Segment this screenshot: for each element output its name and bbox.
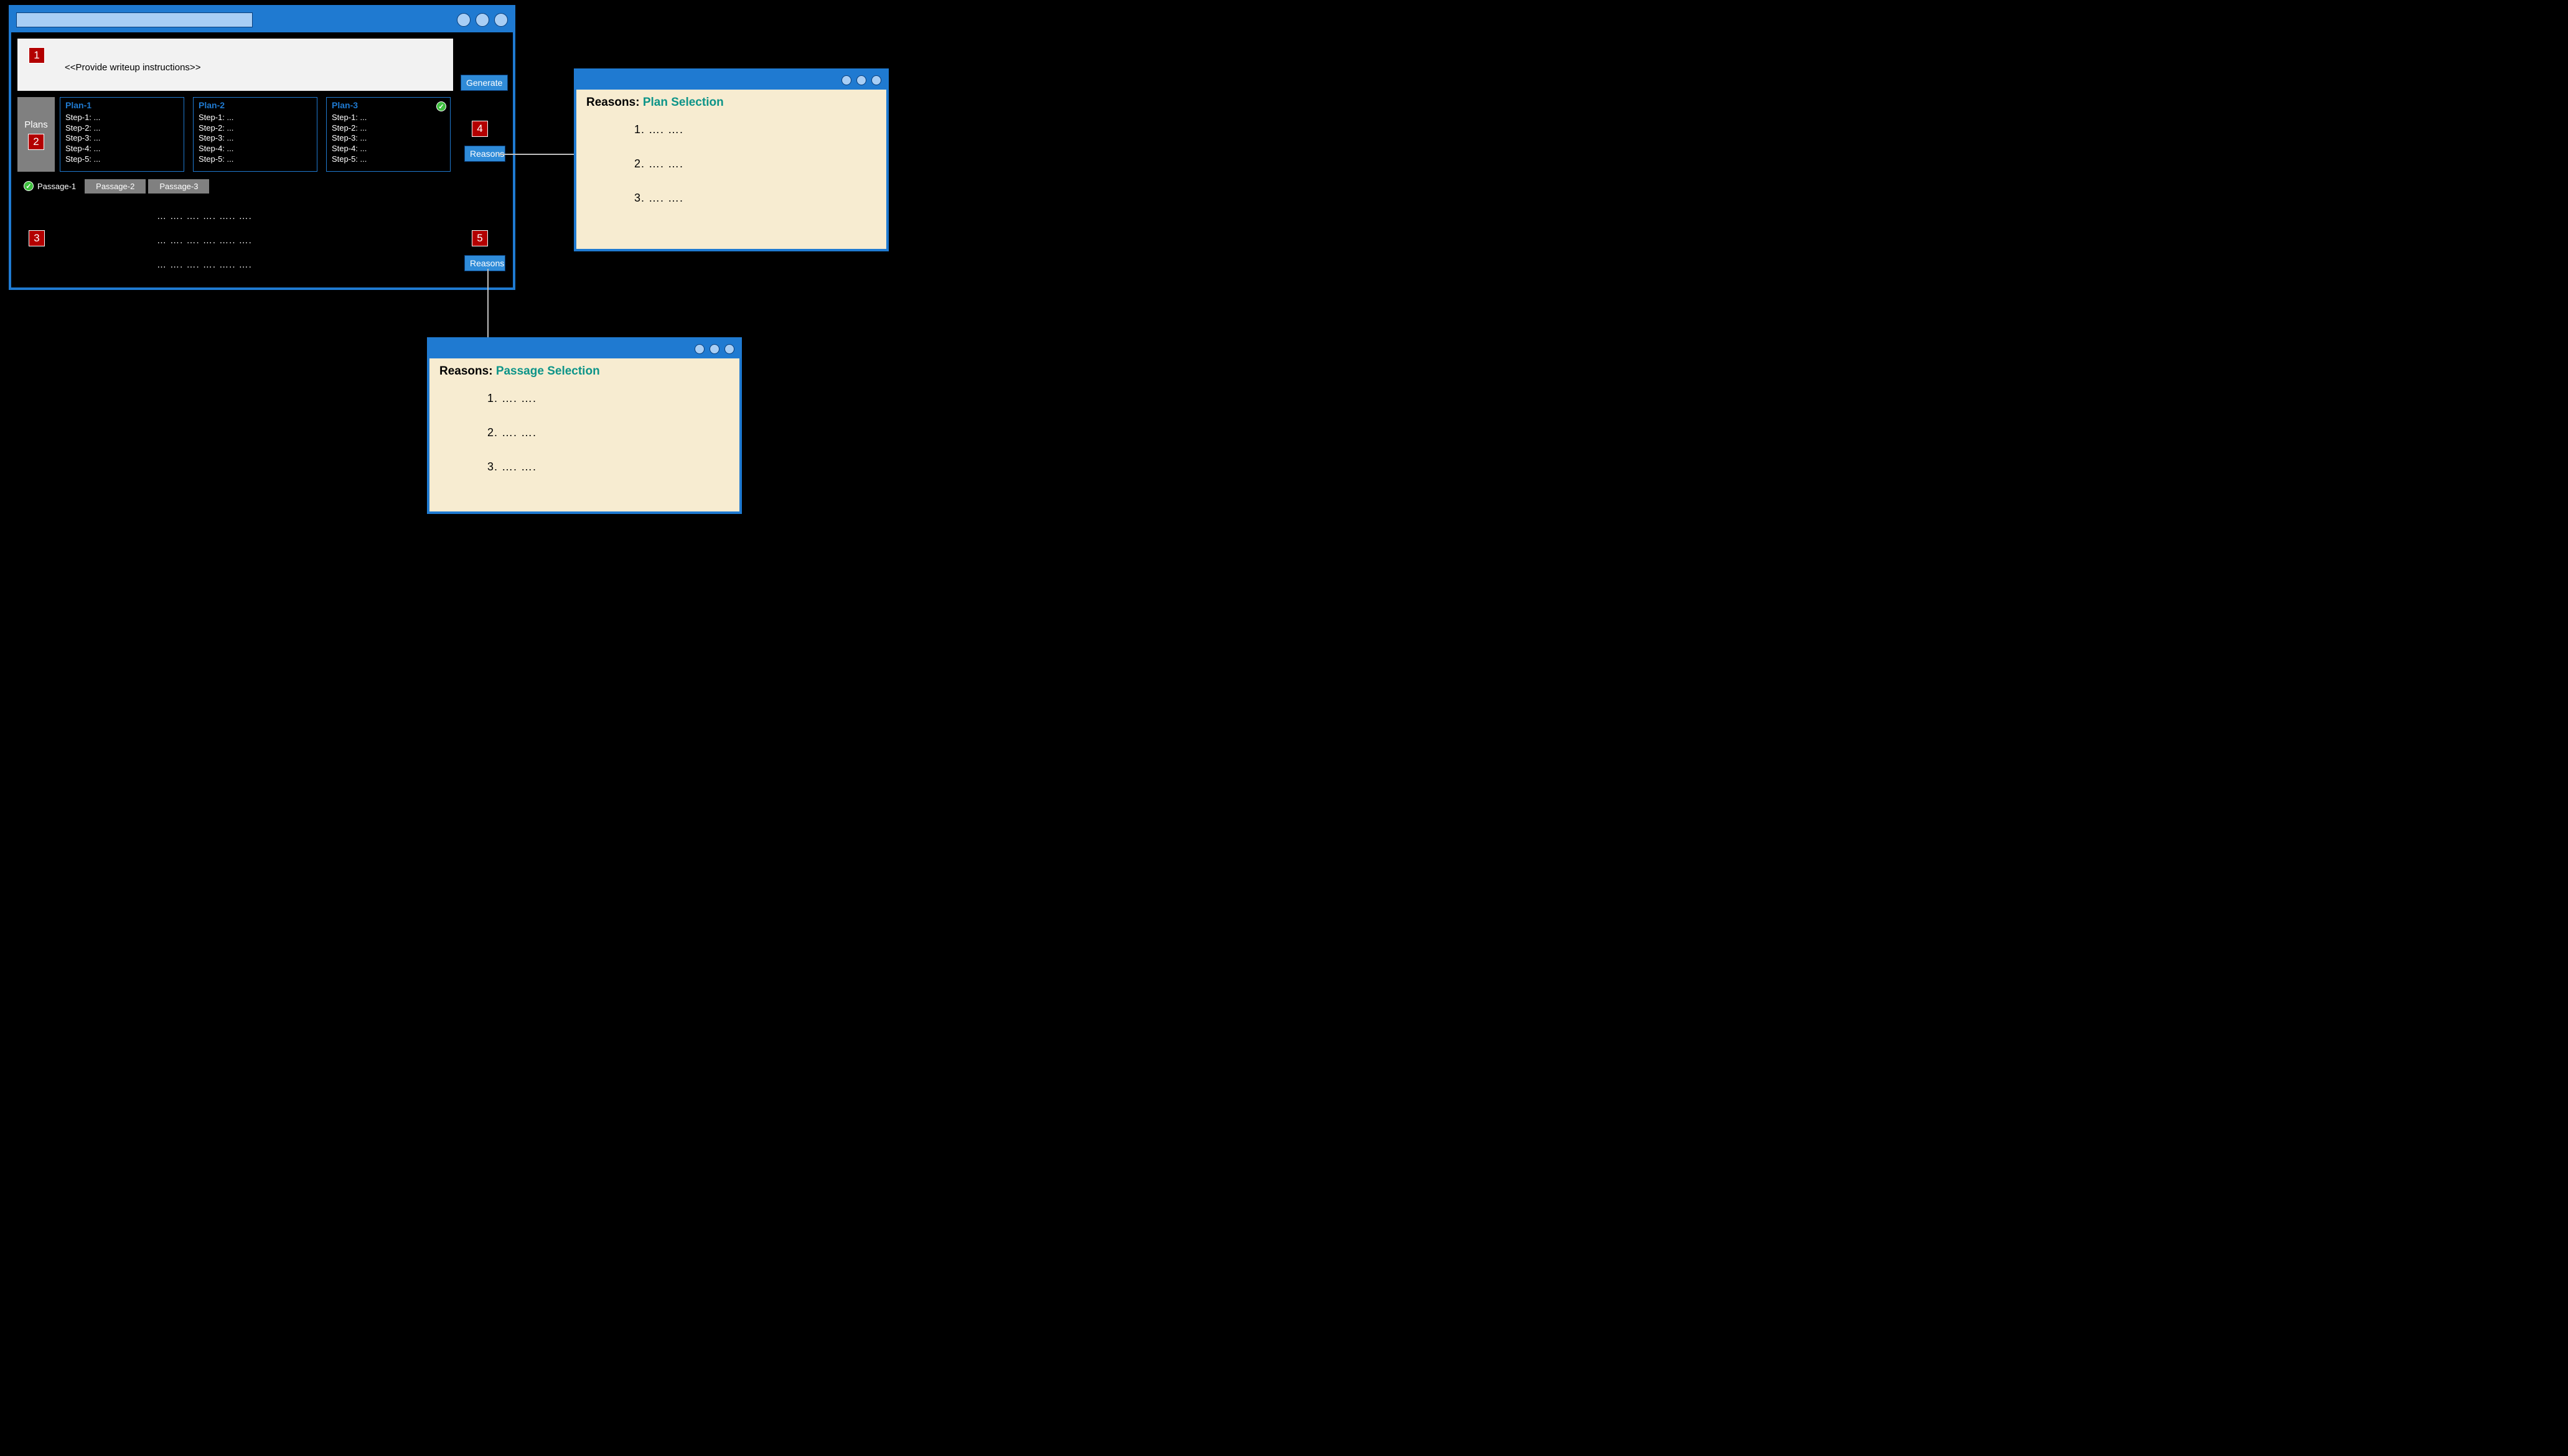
reasons-passage-button[interactable]: Reasons <box>464 255 505 271</box>
callout-marker-2: 2 <box>28 134 44 150</box>
passage-tab-1[interactable]: ✓ Passage-1 <box>17 181 82 191</box>
reasons-passage-popup: Reasons: Passage Selection …. …. …. …. …… <box>427 337 742 514</box>
popup-plan-prefix: Reasons: <box>586 96 643 109</box>
callout-marker-4: 4 <box>472 121 488 137</box>
main-window: <<Provide writeup instructions>> 1 Gener… <box>9 5 515 290</box>
window-control-close-icon[interactable] <box>494 13 508 27</box>
list-item: …. …. <box>502 460 729 474</box>
popup-passage-titlebar <box>429 340 739 358</box>
window-control-close-icon[interactable] <box>871 75 881 85</box>
plan-1-step: Step-5: ... <box>65 154 179 165</box>
plan-card-3[interactable]: ✓ Plan-3 Step-1: ... Step-2: ... Step-3:… <box>326 97 451 172</box>
connector-line <box>498 154 574 155</box>
passage-tabs: ✓ Passage-1 Passage-2 Passage-3 <box>17 178 209 194</box>
selected-check-icon: ✓ <box>24 181 34 191</box>
popup-passage-list: …. …. …. …. …. …. <box>502 392 729 474</box>
plan-2-step: Step-4: ... <box>199 144 312 154</box>
selected-check-icon: ✓ <box>436 101 446 111</box>
list-item: …. …. <box>649 157 876 170</box>
list-item: …. …. <box>502 392 729 405</box>
plan-card-2[interactable]: Plan-2 Step-1: ... Step-2: ... Step-3: .… <box>193 97 317 172</box>
popup-passage-prefix: Reasons: <box>439 365 496 378</box>
callout-marker-3: 3 <box>29 230 45 246</box>
popup-passage-heading: Reasons: Passage Selection <box>439 365 729 378</box>
window-control-min-icon[interactable] <box>457 13 471 27</box>
list-item: …. …. <box>649 192 876 205</box>
window-control-min-icon[interactable] <box>841 75 851 85</box>
plan-3-step: Step-3: ... <box>332 133 445 144</box>
plan-1-step: Step-3: ... <box>65 133 179 144</box>
popup-passage-title: Passage Selection <box>496 365 600 378</box>
list-item: …. …. <box>649 123 876 136</box>
plan-card-1[interactable]: Plan-1 Step-1: ... Step-2: ... Step-3: .… <box>60 97 184 172</box>
generate-button[interactable]: Generate <box>461 75 508 91</box>
plan-1-step: Step-4: ... <box>65 144 179 154</box>
popup-plan-titlebar <box>576 71 886 90</box>
instruction-input[interactable]: <<Provide writeup instructions>> <box>17 39 453 91</box>
plan-2-step: Step-5: ... <box>199 154 312 165</box>
window-control-max-icon[interactable] <box>710 344 719 354</box>
plans-sidebar-label: Plans 2 <box>17 97 55 172</box>
plan-1-title: Plan-1 <box>65 100 179 110</box>
connector-line <box>487 269 489 337</box>
passage-line: … …. …. …. ….. …. <box>157 204 252 228</box>
plan-3-step: Step-1: ... <box>332 113 445 123</box>
window-control-close-icon[interactable] <box>724 344 734 354</box>
passage-content: … …. …. …. ….. …. … …. …. …. ….. …. … ….… <box>157 204 252 277</box>
window-control-max-icon[interactable] <box>476 13 489 27</box>
plan-2-step: Step-1: ... <box>199 113 312 123</box>
plan-3-step: Step-2: ... <box>332 123 445 134</box>
address-bar[interactable] <box>16 12 253 27</box>
plan-3-step: Step-5: ... <box>332 154 445 165</box>
plan-2-step: Step-2: ... <box>199 123 312 134</box>
main-titlebar <box>11 7 513 32</box>
plan-3-title: Plan-3 <box>332 100 445 110</box>
reasons-plan-popup: Reasons: Plan Selection …. …. …. …. …. …… <box>574 68 889 251</box>
plans-label-text: Plans <box>24 119 48 130</box>
plan-2-step: Step-3: ... <box>199 133 312 144</box>
passage-line: … …. …. …. ….. …. <box>157 253 252 277</box>
window-control-max-icon[interactable] <box>856 75 866 85</box>
popup-plan-heading: Reasons: Plan Selection <box>586 96 876 110</box>
popup-plan-title: Plan Selection <box>643 96 724 109</box>
plan-2-title: Plan-2 <box>199 100 312 110</box>
passage-line: … …. …. …. ….. …. <box>157 228 252 253</box>
callout-marker-1: 1 <box>29 47 45 63</box>
passage-tab-3[interactable]: Passage-3 <box>148 179 209 194</box>
instruction-placeholder: <<Provide writeup instructions>> <box>65 62 200 73</box>
plan-1-step: Step-2: ... <box>65 123 179 134</box>
passage-tab-2[interactable]: Passage-2 <box>85 179 146 194</box>
plan-1-step: Step-1: ... <box>65 113 179 123</box>
window-control-min-icon[interactable] <box>695 344 705 354</box>
callout-marker-5: 5 <box>472 230 488 246</box>
list-item: …. …. <box>502 426 729 439</box>
popup-plan-list: …. …. …. …. …. …. <box>649 123 876 205</box>
plan-3-step: Step-4: ... <box>332 144 445 154</box>
passage-tab-1-label: Passage-1 <box>37 182 76 191</box>
